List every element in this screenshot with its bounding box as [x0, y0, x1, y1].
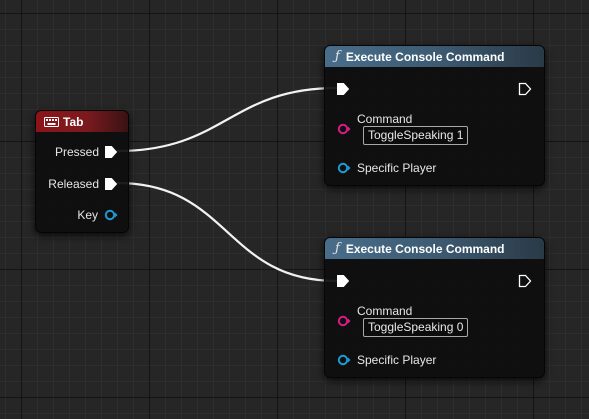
console-command-node-2-title: Execute Console Command — [345, 241, 505, 256]
released-pin-row[interactable]: Released — [48, 177, 118, 191]
command-string-pin-icon[interactable] — [337, 315, 351, 327]
command-value-field-2[interactable]: ToggleSpeaking 0 — [363, 318, 469, 337]
command-value-field-1[interactable]: ToggleSpeaking 1 — [363, 126, 469, 145]
exec-in-pin-icon[interactable] — [336, 274, 350, 288]
exec-out-pin-icon[interactable] — [518, 82, 532, 96]
released-exec-pin-icon[interactable] — [104, 177, 118, 191]
console-command-node-2-header[interactable]: ƒ Execute Console Command — [325, 238, 544, 259]
console-command-node-1-header[interactable]: ƒ Execute Console Command — [325, 46, 544, 67]
specific-player-label-2: Specific Player — [357, 353, 437, 367]
tab-node-header[interactable]: Tab — [36, 111, 128, 132]
execute-console-command-node-2[interactable]: ƒ Execute Console Command Command Toggle… — [324, 237, 545, 378]
keyboard-icon — [44, 116, 59, 127]
execute-console-command-node-1[interactable]: ƒ Execute Console Command Command Toggle… — [324, 45, 545, 186]
key-pin-row[interactable]: Key — [77, 208, 118, 222]
released-exec-wire[interactable] — [116, 181, 338, 283]
specific-player-pin-icon[interactable] — [337, 162, 351, 174]
specific-player-pin-icon[interactable] — [337, 354, 351, 366]
pressed-pin-label: Pressed — [54, 145, 99, 159]
console-command-node-1-title: Execute Console Command — [345, 49, 505, 64]
pressed-pin-row[interactable]: Pressed — [55, 145, 118, 159]
pressed-exec-wire[interactable] — [116, 86, 338, 153]
tab-node-title: Tab — [63, 114, 84, 129]
exec-in-pin-icon[interactable] — [336, 82, 350, 96]
released-pin-label: Released — [48, 177, 99, 191]
exec-out-pin-icon[interactable] — [518, 274, 532, 288]
key-struct-pin-icon[interactable] — [104, 209, 118, 221]
tab-key-event-node[interactable]: Tab Pressed Released Key — [35, 110, 129, 233]
function-icon: ƒ — [335, 241, 340, 256]
pressed-exec-pin-icon[interactable] — [104, 145, 118, 159]
specific-player-label-1: Specific Player — [357, 161, 437, 175]
function-icon: ƒ — [335, 49, 340, 64]
key-pin-label: Key — [77, 208, 98, 222]
command-label-2: Command — [357, 304, 413, 318]
command-label-1: Command — [357, 112, 413, 126]
command-string-pin-icon[interactable] — [337, 123, 351, 135]
